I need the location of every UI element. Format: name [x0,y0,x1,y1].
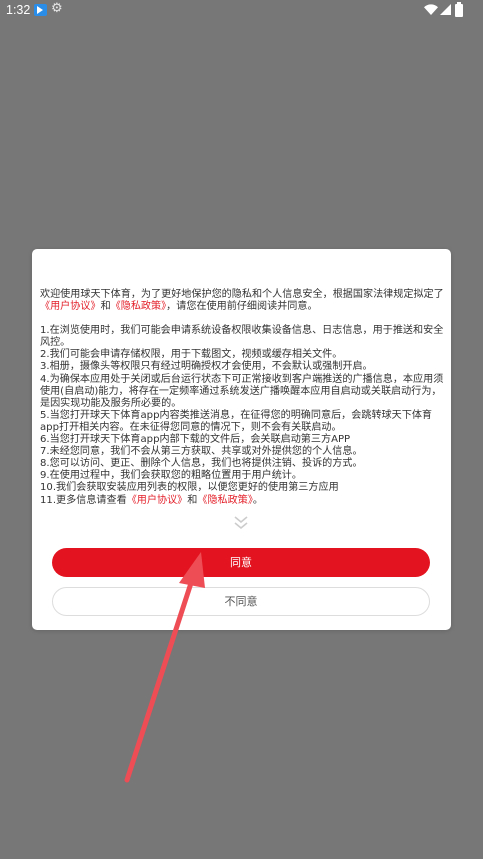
pointer-arrow-annotation [124,552,205,783]
